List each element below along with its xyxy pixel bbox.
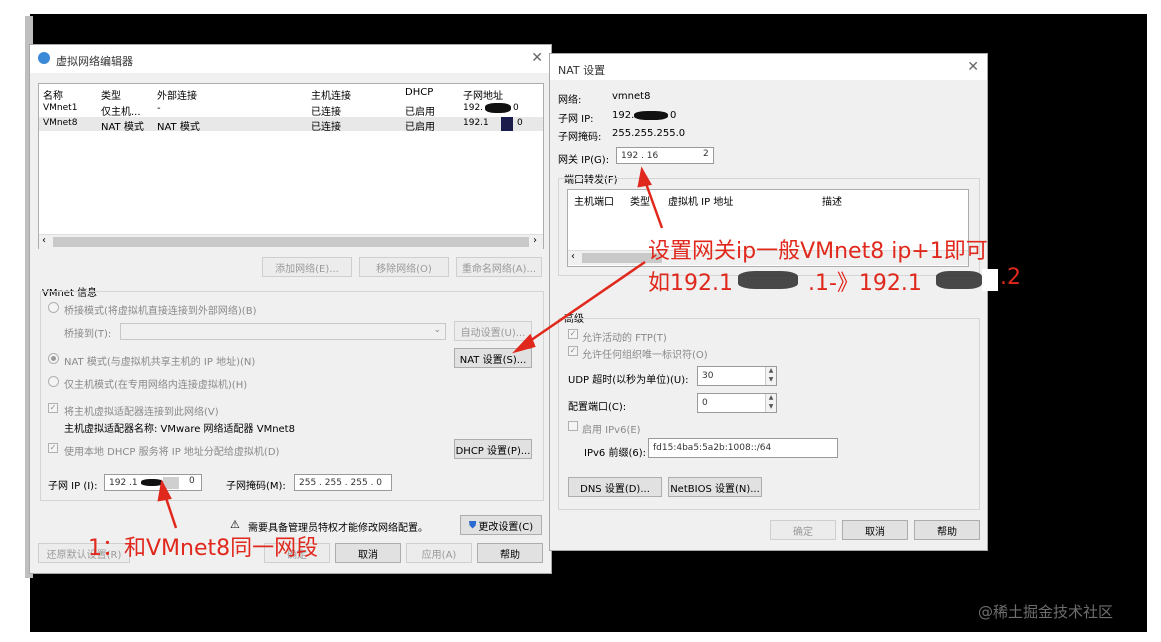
redaction-mark: [936, 271, 982, 289]
watermark: @稀土掘金技术社区: [978, 603, 1114, 621]
annotation-subnet-note: 1：和VMnet8同一网段: [88, 536, 319, 561]
arrow-head-subnet-ip: [157, 479, 172, 502]
arrow-head-gateway: [637, 166, 652, 188]
blur-patch: [982, 269, 998, 291]
annotation-gateway-note: 设置网关ip一般VMnet8 ip+1即可: [648, 239, 988, 264]
annotation-example-b: .1-》192.1: [808, 271, 922, 296]
annotation-example-a: 如192.1: [648, 271, 733, 296]
arrow-head-nat-settings: [512, 333, 536, 354]
redaction-mark: [738, 271, 798, 289]
arrow-to-nat-settings: [523, 260, 646, 347]
annotation-example-line: 如192.1 .1-》192.1 .2: [648, 265, 1048, 297]
annotation-example-c: .2: [1000, 265, 1021, 290]
